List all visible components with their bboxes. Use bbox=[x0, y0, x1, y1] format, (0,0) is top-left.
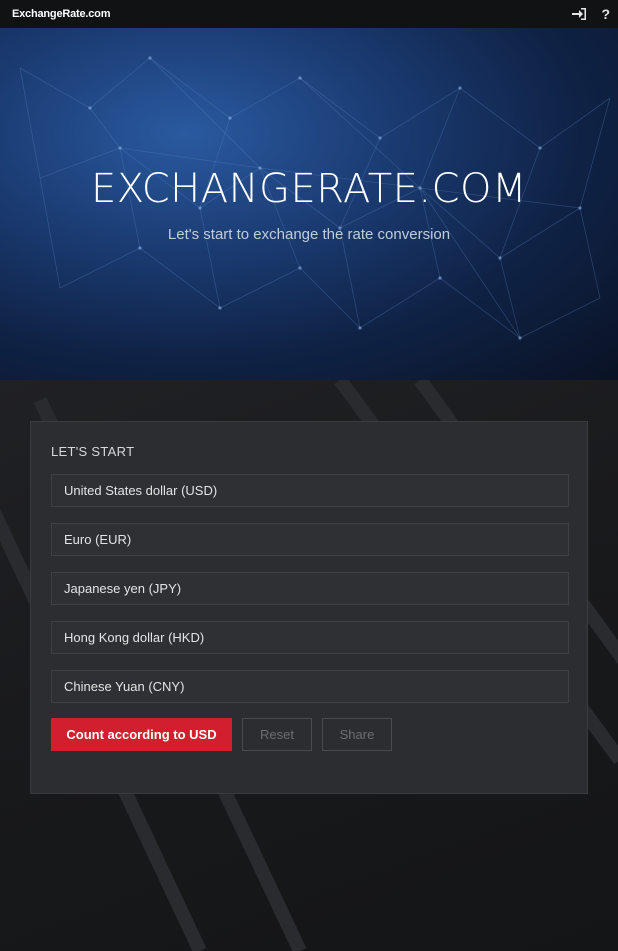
top-bar: ExchangeRate.com ? bbox=[0, 0, 618, 28]
hero-banner: EXCHANGERATE.COM Let's start to exchange… bbox=[0, 28, 618, 380]
card-title: LET'S START bbox=[51, 444, 135, 459]
cny-field[interactable]: Chinese Yuan (CNY) bbox=[51, 670, 569, 703]
sign-in-icon[interactable] bbox=[572, 7, 587, 21]
action-buttons: Count according to USD Reset Share bbox=[51, 718, 567, 751]
hero-subtitle: Let's start to exchange the rate convers… bbox=[167, 226, 451, 243]
brand-logo[interactable]: ExchangeRate.com bbox=[12, 8, 110, 20]
hkd-field[interactable]: Hong Kong dollar (HKD) bbox=[51, 621, 569, 654]
reset-button[interactable]: Reset bbox=[242, 718, 312, 751]
top-icons: ? bbox=[572, 6, 610, 22]
jpy-field[interactable]: Japanese yen (JPY) bbox=[51, 572, 569, 605]
count-button[interactable]: Count according to USD bbox=[51, 718, 232, 751]
hero-title: EXCHANGERATE.COM bbox=[90, 166, 528, 212]
usd-field[interactable]: United States dollar (USD) bbox=[51, 474, 569, 507]
eur-field[interactable]: Euro (EUR) bbox=[51, 523, 569, 556]
converter-card: LET'S START United States dollar (USD) E… bbox=[30, 421, 588, 794]
share-button[interactable]: Share bbox=[322, 718, 392, 751]
help-icon[interactable]: ? bbox=[601, 6, 610, 22]
